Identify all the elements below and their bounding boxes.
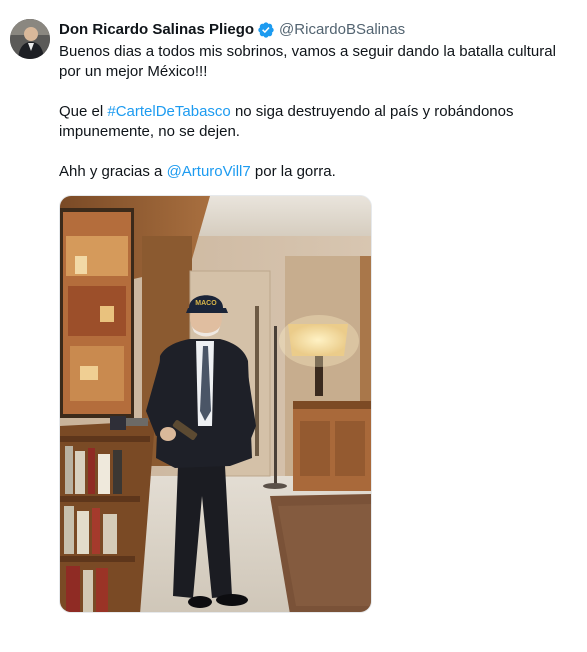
- author-handle[interactable]: @RicardoBSalinas: [279, 20, 405, 40]
- tweet-text: Buenos dias a todos mis sobrinos, vamos …: [59, 42, 579, 182]
- photo-image: MACO: [60, 196, 371, 612]
- mention-link[interactable]: @ArturoVill7: [167, 163, 251, 180]
- avatar-image: [10, 19, 50, 59]
- tweet-paragraph-3: Ahh y gracias a @ArturoVill7 por la gorr…: [59, 162, 579, 182]
- verified-badge-icon: [257, 21, 275, 39]
- tweet-paragraph-2: Que el #CartelDeTabasco no siga destruye…: [59, 102, 579, 142]
- tweet-card[interactable]: Don Ricardo Salinas Pliego @RicardoBSali…: [0, 0, 587, 652]
- hashtag-link[interactable]: #CartelDeTabasco: [107, 103, 230, 120]
- tweet-header: Don Ricardo Salinas Pliego @RicardoBSali…: [59, 20, 405, 40]
- tweet-text-segment: Ahh y gracias a: [59, 163, 167, 180]
- profile-avatar[interactable]: [10, 19, 50, 59]
- tweet-text-segment: Que el: [59, 103, 108, 120]
- tweet-text-segment: por la gorra.: [250, 163, 336, 180]
- tweet-paragraph-1: Buenos dias a todos mis sobrinos, vamos …: [59, 43, 556, 80]
- tweet-photo[interactable]: MACO: [59, 195, 372, 613]
- cap-text: MACO: [195, 300, 217, 307]
- author-display-name[interactable]: Don Ricardo Salinas Pliego: [59, 20, 254, 40]
